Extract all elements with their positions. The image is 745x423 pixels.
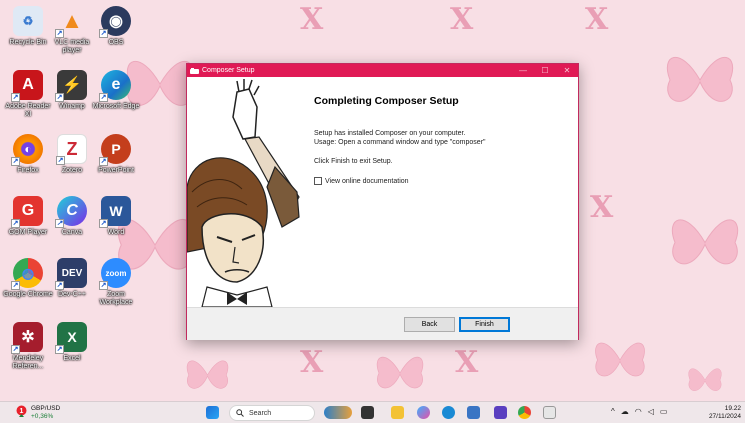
desktop-icon-winamp[interactable]: ⚡ ↗ Winamp <box>48 70 96 111</box>
store-icon[interactable] <box>467 406 480 419</box>
desktop-icon-label: Excel <box>63 355 81 362</box>
desktop-icon-powerpoint[interactable]: P ↗ PowerPoint <box>92 134 140 175</box>
desktop-icon-firefox[interactable]: ◐ ↗ Firefox <box>4 134 52 175</box>
desktop-icon-gom-player[interactable]: G ↗ GOM Player <box>4 196 52 237</box>
x-decoration: X <box>300 345 324 380</box>
x-decoration: X <box>590 190 614 225</box>
taskbar-edge-icon[interactable] <box>442 406 455 419</box>
desktop-icon-label: PowerPoint <box>98 167 134 174</box>
desktop-icon-mendeley[interactable]: ✲ ↗ Mendeley Referen... <box>4 322 52 371</box>
chrome-icon: ◍ ↗ <box>11 258 43 290</box>
taskbar-app-purple-icon[interactable] <box>494 406 507 419</box>
start-button[interactable] <box>206 406 219 419</box>
zoom-icon: zoom ↗ <box>99 258 131 290</box>
canva-icon: C ↗ <box>55 196 87 228</box>
view-docs-checkbox[interactable]: View online documentation <box>314 177 409 185</box>
desktop-icon-label: Zoom Workplace <box>99 291 133 306</box>
obs-icon: ◉ ↗ <box>99 6 131 38</box>
system-tray: ^ ☁ ◠ ◁ ▭ <box>611 407 667 416</box>
x-decoration: X <box>585 2 609 37</box>
devcpp-icon: DEV ↗ <box>55 258 87 290</box>
window-title-bar[interactable]: Composer Setup — ☐ ✕ <box>187 64 578 77</box>
butterfly-decoration <box>376 356 424 389</box>
composer-app-icon <box>190 67 199 74</box>
market-pair: GBP/USD <box>31 405 61 412</box>
clock-time: 19.22 <box>724 405 741 412</box>
usage-text: Usage: Open a command window and type "c… <box>314 139 486 146</box>
x-decoration: X <box>455 345 479 380</box>
back-button[interactable]: Back <box>404 317 455 332</box>
market-change: +0,36% <box>31 413 54 420</box>
desktop-icon-devcpp[interactable]: DEV ↗ Dev-C++ <box>48 258 96 299</box>
taskbar: 1 GBP/USD +0,36% Search ^ ☁ ◠ ◁ ▭ 19.22 … <box>0 401 745 423</box>
checkbox-label: View online documentation <box>325 177 409 185</box>
clock[interactable]: 19.22 27/11/2024 <box>709 405 741 421</box>
task-view-icon[interactable] <box>361 406 374 419</box>
adobe-reader-icon: A ↗ <box>11 70 43 102</box>
window-title: Composer Setup <box>202 67 255 74</box>
composer-conductor-illustration <box>187 77 304 307</box>
x-decoration: X <box>450 2 474 37</box>
copilot-icon[interactable] <box>417 406 430 419</box>
mendeley-icon: ✲ ↗ <box>11 322 43 354</box>
butterfly-decoration <box>186 360 229 389</box>
desktop-icon-vlc[interactable]: ▲ ↗ VLC media player <box>48 6 96 55</box>
desktop-icon-recycle-bin[interactable]: ♻ Recycle Bin <box>4 6 52 47</box>
firefox-icon: ◐ ↗ <box>11 134 43 166</box>
butterfly-decoration <box>595 342 645 377</box>
wifi-icon[interactable]: ◠ <box>635 407 642 416</box>
wizard-content: Completing Composer Setup Setup has inst… <box>187 77 578 307</box>
desktop-icon-zotero[interactable]: Z ↗ Zotero <box>48 134 96 175</box>
desktop-icon-word[interactable]: W ↗ Word <box>92 196 140 237</box>
desktop-icon-label: Microsoft Edge <box>92 103 140 110</box>
desktop-icon-obs[interactable]: ◉ ↗ OBS <box>92 6 140 47</box>
desktop-icon-zoom[interactable]: zoom ↗ Zoom Workplace <box>92 258 140 307</box>
finish-button[interactable]: Finish <box>459 317 510 332</box>
edge-icon: e ↗ <box>99 70 131 102</box>
maximize-button[interactable]: ☐ <box>534 66 556 75</box>
composer-setup-window: Composer Setup — ☐ ✕ Completing Composer… <box>186 63 579 340</box>
gom-player-icon: G ↗ <box>11 196 43 228</box>
close-button[interactable]: ✕ <box>556 66 578 75</box>
word-icon: W ↗ <box>99 196 131 228</box>
desktop-icon-canva[interactable]: C ↗ Canva <box>48 196 96 237</box>
excel-icon: X ↗ <box>55 322 87 354</box>
winamp-icon: ⚡ ↗ <box>55 70 87 102</box>
recycle-bin-icon: ♻ <box>13 6 43 36</box>
taskbar-chrome-icon[interactable] <box>518 406 531 419</box>
butterfly-decoration <box>671 219 739 265</box>
search-icon <box>236 409 244 417</box>
battery-icon[interactable]: ▭ <box>660 407 668 416</box>
taskbar-app-fish-icon[interactable] <box>324 406 352 419</box>
desktop-icon-edge[interactable]: e ↗ Microsoft Edge <box>92 70 140 111</box>
file-explorer-icon[interactable] <box>391 406 404 419</box>
desktop-icon-label: OBS <box>108 39 124 46</box>
desktop-icon-label: Word <box>107 229 125 236</box>
vlc-icon: ▲ ↗ <box>55 8 83 38</box>
wizard-footer: Back Finish <box>187 307 578 340</box>
desktop-icon-excel[interactable]: X ↗ Excel <box>48 322 96 363</box>
desktop-icon-chrome[interactable]: ◍ ↗ Google Chrome <box>3 258 53 299</box>
x-decoration: X <box>300 2 324 37</box>
install-complete-text: Setup has installed Composer on your com… <box>314 130 466 137</box>
wizard-heading: Completing Composer Setup <box>314 95 459 107</box>
market-badge-icon: 1 <box>16 405 27 417</box>
clock-date: 27/11/2024 <box>708 413 741 420</box>
chevron-up-icon[interactable]: ^ <box>611 407 615 416</box>
taskbar-search[interactable]: Search <box>229 405 315 421</box>
butterfly-decoration <box>688 368 722 391</box>
search-placeholder: Search <box>249 409 272 417</box>
svg-text:1: 1 <box>20 408 24 415</box>
volume-icon[interactable]: ◁ <box>648 407 654 416</box>
checkbox-box[interactable] <box>314 177 322 185</box>
composer-setup-taskbar-icon[interactable] <box>543 406 556 419</box>
finish-instruction-text: Click Finish to exit Setup. <box>314 158 393 165</box>
market-widget[interactable]: 1 GBP/USD +0,36% <box>16 405 60 421</box>
cloud-icon[interactable]: ☁ <box>621 407 629 416</box>
butterfly-decoration <box>666 57 734 102</box>
minimize-button[interactable]: — <box>512 66 534 75</box>
zotero-icon: Z ↗ <box>56 134 87 165</box>
powerpoint-icon: P ↗ <box>99 134 131 166</box>
desktop-icon-adobe-reader[interactable]: A ↗ Adobe Reader XI <box>4 70 52 119</box>
